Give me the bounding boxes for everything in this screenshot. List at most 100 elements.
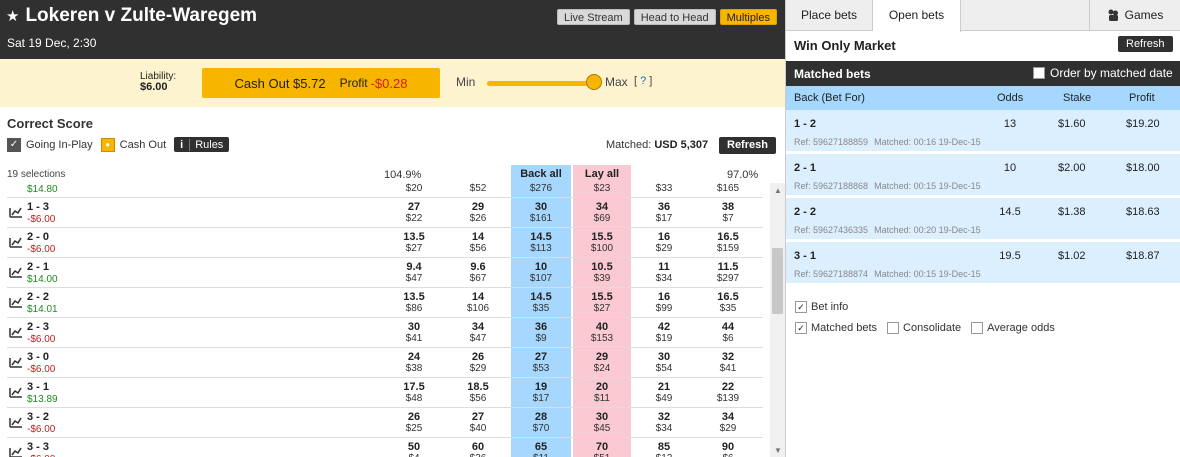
star-icon[interactable]: ★ xyxy=(6,7,19,25)
matched-bet-row[interactable]: 2 - 1 10 $2.00 $18.00 Ref: 59627188868 Matche… xyxy=(786,154,1180,197)
chart-icon[interactable] xyxy=(9,416,23,428)
back-price-cell[interactable]: 27 $53 xyxy=(511,348,571,377)
back-price-cell[interactable]: 30 $41 xyxy=(383,318,445,347)
lay-price-cell[interactable]: 30 $45 xyxy=(573,408,631,437)
back-price-cell[interactable]: 24 $38 xyxy=(383,348,445,377)
back-price-cell[interactable]: 13.5 $27 xyxy=(383,228,445,257)
lay-price-cell[interactable]: 11 $34 xyxy=(633,258,695,287)
cashout-slider-thumb[interactable] xyxy=(585,74,602,90)
chart-icon[interactable] xyxy=(9,206,23,218)
back-price-cell[interactable]: 28 $70 xyxy=(511,408,571,437)
chart-icon[interactable] xyxy=(9,356,23,368)
price-cell[interactable]: $33 xyxy=(633,183,695,197)
back-all-button[interactable]: Back all xyxy=(511,165,571,183)
chart-icon[interactable] xyxy=(9,266,23,278)
order-by-date-option[interactable]: Order by matched date xyxy=(1033,66,1173,80)
tab-games[interactable]: Games xyxy=(1089,0,1180,31)
rules-button[interactable]: i Rules xyxy=(174,137,230,152)
lay-all-button[interactable]: Lay all xyxy=(573,165,631,183)
back-price-cell[interactable]: 27 $22 xyxy=(383,198,445,227)
chart-icon[interactable] xyxy=(9,236,23,248)
cashout-slider-track[interactable] xyxy=(487,81,597,86)
back-price-cell[interactable]: 17.5 $48 xyxy=(383,378,445,407)
back-price-cell[interactable]: 14 $56 xyxy=(447,228,509,257)
back-price-cell[interactable]: 26 $29 xyxy=(447,348,509,377)
back-price-cell[interactable]: 30 $161 xyxy=(511,198,571,227)
back-price-cell[interactable]: 60$36 xyxy=(447,438,509,457)
lay-price-cell[interactable]: 42 $19 xyxy=(633,318,695,347)
back-price-cell[interactable]: 50$4 xyxy=(383,438,445,457)
chart-icon[interactable] xyxy=(9,446,23,457)
tab-open-bets[interactable]: Open bets xyxy=(873,0,961,32)
matched-bet-row[interactable]: 1 - 2 13 $1.60 $19.20 Ref: 59627188859 Matche… xyxy=(786,110,1180,153)
lay-price-cell[interactable]: 38 $7 xyxy=(697,198,759,227)
price-cell[interactable]: $23 xyxy=(573,183,631,197)
lay-price-cell[interactable]: 16.5 $159 xyxy=(697,228,759,257)
back-price-cell[interactable]: 14.5 $113 xyxy=(511,228,571,257)
tab-place-bets[interactable]: Place bets xyxy=(786,0,873,31)
back-price-cell[interactable]: 13.5 $86 xyxy=(383,288,445,317)
lay-price-cell[interactable]: 44 $6 xyxy=(697,318,759,347)
lay-price-cell[interactable]: 36 $17 xyxy=(633,198,695,227)
price-cell[interactable]: $276 xyxy=(511,183,571,197)
lay-price-cell[interactable]: 85$12 xyxy=(633,438,695,457)
chart-icon[interactable] xyxy=(9,296,23,308)
average-odds-checkbox[interactable] xyxy=(971,322,984,334)
lay-price-cell[interactable]: 32 $34 xyxy=(633,408,695,437)
back-price-cell[interactable]: 19 $17 xyxy=(511,378,571,407)
back-price-cell[interactable]: 14 $106 xyxy=(447,288,509,317)
lay-price-cell[interactable]: 70$51 xyxy=(573,438,631,457)
lay-price-cell[interactable]: 32 $41 xyxy=(697,348,759,377)
head-to-head-button[interactable]: Head to Head xyxy=(633,9,716,25)
back-price-cell[interactable]: 14.5 $35 xyxy=(511,288,571,317)
refresh-market-button[interactable]: Refresh xyxy=(719,137,776,154)
lay-price-cell[interactable]: 40 $153 xyxy=(573,318,631,347)
scrollbar-thumb[interactable] xyxy=(772,248,783,314)
lay-price-cell[interactable]: 21 $49 xyxy=(633,378,695,407)
back-price-cell[interactable]: 26 $25 xyxy=(383,408,445,437)
market-scrollbar[interactable]: ▲ ▼ xyxy=(770,183,785,457)
lay-price-cell[interactable]: 10.5 $39 xyxy=(573,258,631,287)
matched-bet-row[interactable]: 2 - 2 14.5 $1.38 $18.63 Ref: 59627436335 Matc… xyxy=(786,198,1180,241)
going-inplay-check-icon[interactable]: ✓ xyxy=(7,137,21,152)
price-cell[interactable]: $165 xyxy=(697,183,759,197)
lay-price-cell[interactable]: 34 $29 xyxy=(697,408,759,437)
refresh-bets-button[interactable]: Refresh xyxy=(1118,36,1173,52)
chart-icon[interactable] xyxy=(9,326,23,338)
cashout-button[interactable]: Cash Out $5.72 Profit -$0.28 xyxy=(202,68,440,98)
help-link[interactable]: [ ? ] xyxy=(634,75,652,87)
back-price-cell[interactable]: 34 $47 xyxy=(447,318,509,347)
matched-bet-row[interactable]: 3 - 1 19.5 $1.02 $18.87 Ref: 59627188874 Matc… xyxy=(786,242,1180,285)
back-price-cell[interactable]: 9.4 $47 xyxy=(383,258,445,287)
scroll-down-icon[interactable]: ▼ xyxy=(774,446,782,455)
lay-price-cell[interactable]: 15.5 $100 xyxy=(573,228,631,257)
lay-price-cell[interactable]: 90$6 xyxy=(697,438,759,457)
lay-price-cell[interactable]: 20 $11 xyxy=(573,378,631,407)
lay-price-cell[interactable]: 16 $29 xyxy=(633,228,695,257)
back-price-cell[interactable]: 65$11 xyxy=(511,438,571,457)
bet-info-option[interactable]: ✓ Bet info xyxy=(795,301,848,313)
price-cell[interactable]: $52 xyxy=(447,183,509,197)
back-price-cell[interactable]: 18.5 $56 xyxy=(447,378,509,407)
consolidate-checkbox[interactable] xyxy=(887,322,900,334)
multiples-button[interactable]: Multiples xyxy=(719,9,777,25)
lay-price-cell[interactable]: 29 $24 xyxy=(573,348,631,377)
bet-info-checkbox[interactable]: ✓ xyxy=(795,301,807,313)
price-cell[interactable]: $20 xyxy=(383,183,445,197)
lay-price-cell[interactable]: 16.5 $35 xyxy=(697,288,759,317)
chart-icon[interactable] xyxy=(9,386,23,398)
matched-bets-checkbox[interactable]: ✓ xyxy=(795,322,807,334)
lay-price-cell[interactable]: 15.5 $27 xyxy=(573,288,631,317)
back-price-cell[interactable]: 9.6 $67 xyxy=(447,258,509,287)
order-by-date-checkbox[interactable] xyxy=(1033,67,1045,79)
scroll-up-icon[interactable]: ▲ xyxy=(774,186,782,195)
live-stream-button[interactable]: Live Stream xyxy=(557,9,630,25)
lay-price-cell[interactable]: 30 $54 xyxy=(633,348,695,377)
back-price-cell[interactable]: 29 $26 xyxy=(447,198,509,227)
lay-price-cell[interactable]: 16 $99 xyxy=(633,288,695,317)
lay-price-cell[interactable]: 22 $139 xyxy=(697,378,759,407)
back-price-cell[interactable]: 10 $107 xyxy=(511,258,571,287)
lay-price-cell[interactable]: 11.5 $297 xyxy=(697,258,759,287)
back-price-cell[interactable]: 36 $9 xyxy=(511,318,571,347)
back-price-cell[interactable]: 27 $40 xyxy=(447,408,509,437)
